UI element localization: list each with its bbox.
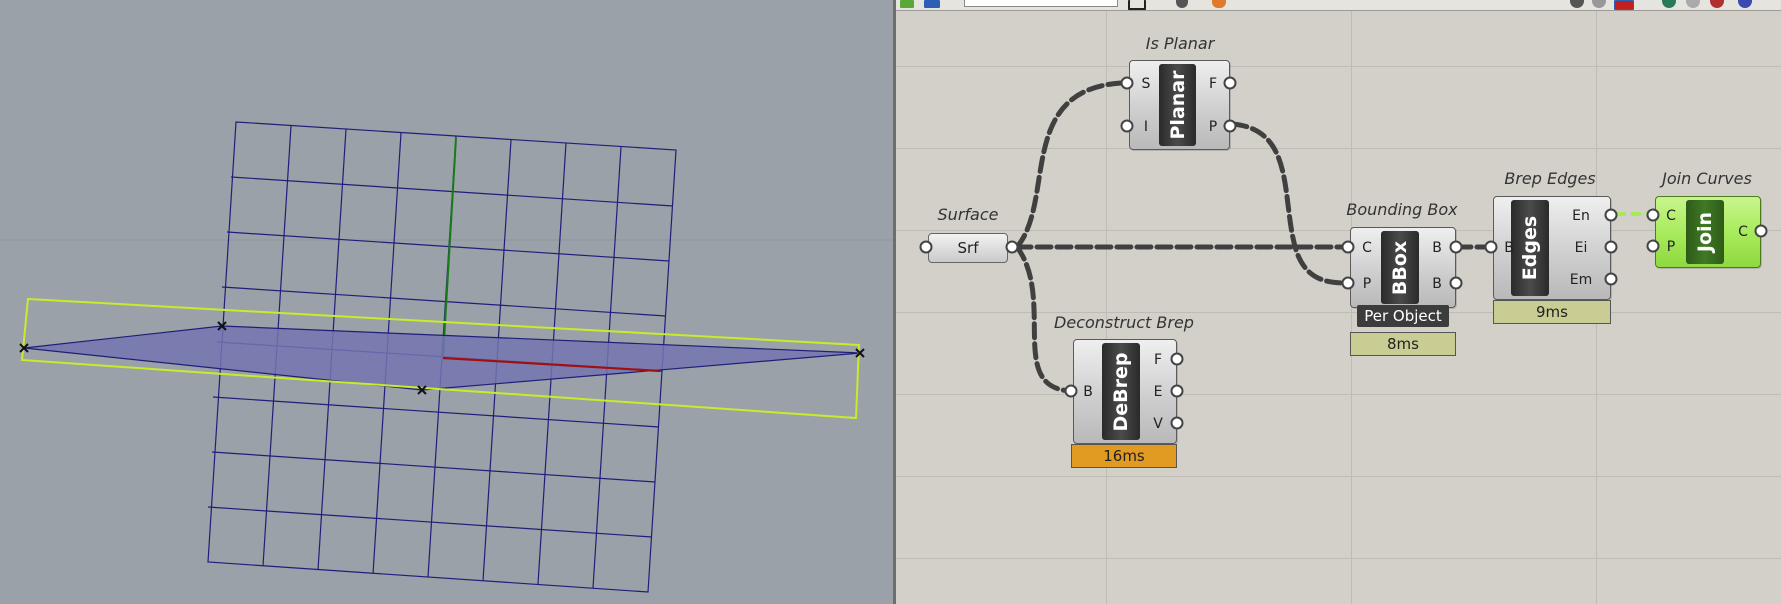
join-curves-component[interactable]: Join C P C xyxy=(1655,196,1761,268)
brep-edges-core: Edges xyxy=(1511,200,1549,296)
planar-surface xyxy=(23,325,862,391)
input-label-s: S xyxy=(1141,76,1151,92)
preview-wire-icon[interactable] xyxy=(1592,0,1606,8)
is-planar-output-p-grip[interactable] xyxy=(1223,119,1237,133)
brep-edges-output-en-grip[interactable] xyxy=(1604,208,1618,222)
bounding-box-input-c-grip[interactable] xyxy=(1341,240,1355,254)
input-label-p: P xyxy=(1362,276,1372,292)
is-planar-core: Planar xyxy=(1159,64,1196,146)
wires xyxy=(1014,80,1657,394)
display-icon[interactable] xyxy=(1686,0,1700,8)
bounding-box-core: BBox xyxy=(1381,231,1419,304)
bounding-box-output-b2-grip[interactable] xyxy=(1449,276,1463,290)
deconstruct-brep-timer: 16ms xyxy=(1071,444,1177,468)
bounding-box-input-p-grip[interactable] xyxy=(1341,276,1355,290)
is-planar-output-f-grip[interactable] xyxy=(1223,76,1237,90)
paint-icon[interactable] xyxy=(1212,0,1226,8)
deconstruct-brep-output-f-grip[interactable] xyxy=(1170,352,1184,366)
output-label-v: V xyxy=(1153,416,1163,432)
output-label-b: B xyxy=(1432,240,1442,256)
file-icon[interactable] xyxy=(900,0,914,8)
surface-input-grip[interactable] xyxy=(919,240,933,254)
surface-output-grip[interactable] xyxy=(1005,240,1019,254)
y-axis xyxy=(442,137,457,359)
deconstruct-brep-input-b-grip[interactable] xyxy=(1064,384,1078,398)
join-curves-input-p-grip[interactable] xyxy=(1646,239,1660,253)
is-planar-input-s-grip[interactable] xyxy=(1120,76,1134,90)
settings-icon[interactable] xyxy=(1738,0,1752,8)
is-planar-input-i-grip[interactable] xyxy=(1120,119,1134,133)
brep-edges-input-b-grip[interactable] xyxy=(1484,240,1498,254)
deconstruct-brep-output-v-grip[interactable] xyxy=(1170,416,1184,430)
input-label-p: P xyxy=(1666,239,1676,255)
brep-edges-output-em-grip[interactable] xyxy=(1604,272,1618,286)
join-curves-output-c-grip[interactable] xyxy=(1754,224,1768,238)
bake-icon[interactable] xyxy=(1662,0,1676,8)
surface-caption: Surface xyxy=(937,205,999,224)
input-label-c: C xyxy=(1666,208,1676,224)
output-label-c: C xyxy=(1738,224,1748,240)
output-label-en: En xyxy=(1572,208,1590,224)
zoom-extents-icon[interactable] xyxy=(1128,0,1146,10)
brep-edges-timer: 9ms xyxy=(1493,300,1611,324)
brep-edges-output-ei-grip[interactable] xyxy=(1604,240,1618,254)
preview-shaded-icon[interactable] xyxy=(1614,0,1634,10)
input-label-b: B xyxy=(1083,384,1093,400)
brep-edges-caption: Brep Edges xyxy=(1504,169,1596,188)
input-label-b: B xyxy=(1504,240,1514,256)
join-curves-caption: Join Curves xyxy=(1662,169,1752,188)
wire-planar-bbox xyxy=(1230,121,1351,286)
surface-param[interactable]: Srf xyxy=(928,233,1008,263)
wire-srf-planar xyxy=(1014,80,1124,250)
per-object-tag: Per Object xyxy=(1357,305,1449,327)
surface-label: Srf xyxy=(957,239,979,257)
canvas-toolbar xyxy=(896,0,1781,11)
join-curves-input-c-grip[interactable] xyxy=(1646,208,1660,222)
bounding-box-caption: Bounding Box xyxy=(1346,200,1458,219)
deconstruct-brep-caption: Deconstruct Brep xyxy=(1054,313,1194,332)
output-label-b: B xyxy=(1432,276,1442,292)
grasshopper-canvas[interactable]: Surface Srf Is Planar Planar S I F P Dec… xyxy=(896,0,1781,604)
input-label-i: I xyxy=(1143,119,1149,135)
deconstruct-brep-component[interactable]: DeBrep B F E V xyxy=(1073,339,1177,444)
output-label-ei: Ei xyxy=(1574,240,1588,256)
output-label-em: Em xyxy=(1569,272,1593,288)
search-input[interactable] xyxy=(964,0,1118,7)
is-planar-component[interactable]: Planar S I F P xyxy=(1129,60,1230,150)
bounding-box-timer: 8ms xyxy=(1350,332,1456,356)
record-icon[interactable] xyxy=(1710,0,1724,8)
output-label-f: F xyxy=(1208,76,1218,92)
input-label-c: C xyxy=(1362,240,1372,256)
preview-off-icon[interactable] xyxy=(1570,0,1584,8)
rhino-viewport[interactable] xyxy=(0,0,893,604)
brep-edges-component[interactable]: Edges B En Ei Em xyxy=(1493,196,1611,300)
sketch-icon[interactable] xyxy=(1176,0,1188,8)
bounding-box-component[interactable]: BBox C P B B xyxy=(1350,227,1456,308)
join-curves-core: Join xyxy=(1686,200,1724,264)
deconstruct-brep-output-e-grip[interactable] xyxy=(1170,384,1184,398)
bounding-box-output-b1-grip[interactable] xyxy=(1449,240,1463,254)
output-label-f: F xyxy=(1153,352,1163,368)
is-planar-caption: Is Planar xyxy=(1145,34,1215,53)
output-label-e: E xyxy=(1153,384,1163,400)
output-label-p: P xyxy=(1208,119,1218,135)
deconstruct-brep-core: DeBrep xyxy=(1102,343,1140,440)
save-icon[interactable] xyxy=(924,0,940,8)
viewport-scene xyxy=(0,121,893,593)
